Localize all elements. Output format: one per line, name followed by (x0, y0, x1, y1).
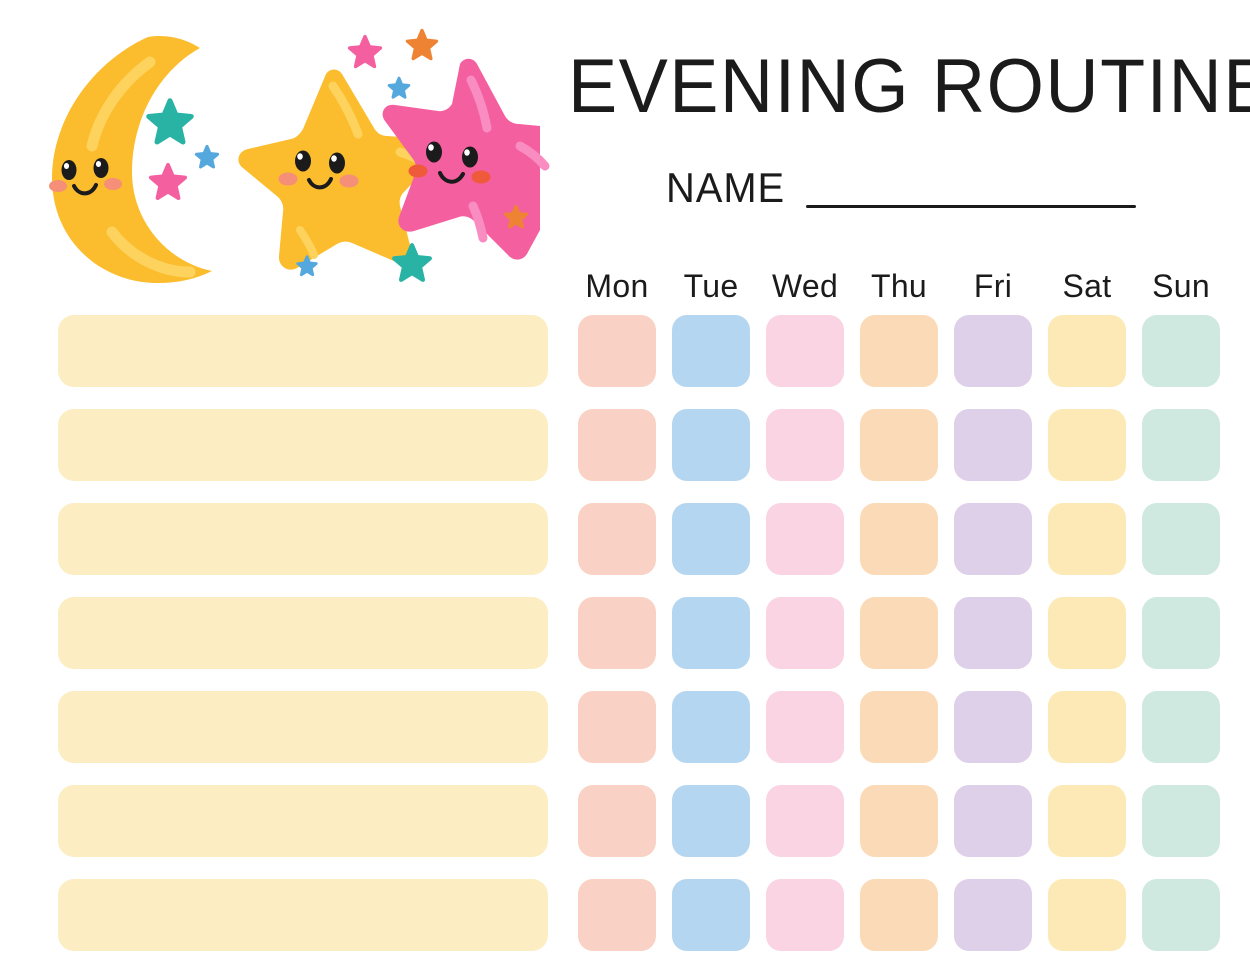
checkbox-cell-tue-row7[interactable] (672, 879, 750, 951)
checkbox-cell-sun-row6[interactable] (1142, 785, 1220, 857)
pink-star-small-icon (149, 163, 187, 200)
checkbox-cell-tue-row2[interactable] (672, 409, 750, 481)
day-header-sat: Sat (1062, 268, 1112, 304)
checkbox-cell-sun-row3[interactable] (1142, 503, 1220, 575)
moon-eye-right (93, 158, 109, 178)
name-field-row: NAME (666, 164, 1136, 214)
checkbox-cell-mon-row2[interactable] (578, 409, 656, 481)
page-title: EVENING ROUTINE (568, 44, 1250, 129)
day-header-mon: Mon (585, 268, 649, 304)
checkbox-cell-thu-row3[interactable] (860, 503, 938, 575)
yellow-star-eye-right (329, 152, 345, 174)
checkbox-cell-wed-row4[interactable] (766, 597, 844, 669)
kawaii-moon-and-stars-illustration (0, 0, 560, 300)
checkbox-cell-tue-row6[interactable] (672, 785, 750, 857)
checkbox-cell-thu-row1[interactable] (860, 315, 938, 387)
day-header-fri: Fri (973, 268, 1013, 304)
yellow-star-eye-left (295, 150, 311, 172)
day-header-thu: Thu (870, 268, 928, 304)
checkbox-cell-mon-row4[interactable] (578, 597, 656, 669)
checkbox-cell-sun-row2[interactable] (1142, 409, 1220, 481)
name-write-in-line[interactable] (806, 205, 1136, 208)
task-row[interactable] (58, 503, 548, 575)
checkbox-cell-sat-row3[interactable] (1048, 503, 1126, 575)
checkbox-cell-wed-row3[interactable] (766, 503, 844, 575)
teal-star-small-icon (146, 98, 194, 145)
checkbox-cell-thu-row2[interactable] (860, 409, 938, 481)
pink-star-top-icon (347, 34, 383, 69)
day-header-sun: Sun (1152, 268, 1210, 304)
checkbox-cell-sun-row5[interactable] (1142, 691, 1220, 763)
yellow-star-blush-right (339, 174, 359, 188)
task-row[interactable] (58, 315, 548, 387)
task-row[interactable] (58, 879, 548, 951)
day-header-tue: Tue (683, 268, 739, 304)
task-row[interactable] (58, 785, 548, 857)
checkbox-cell-wed-row5[interactable] (766, 691, 844, 763)
checkbox-cell-wed-row1[interactable] (766, 315, 844, 387)
blue-star-small-icon (194, 144, 220, 169)
checkbox-cell-fri-row6[interactable] (954, 785, 1032, 857)
pink-star-blush-left (408, 164, 428, 178)
pink-star-blush-right (471, 170, 491, 184)
checkbox-cell-fri-row4[interactable] (954, 597, 1032, 669)
name-label: NAME (666, 164, 786, 211)
checkbox-cell-sat-row2[interactable] (1048, 409, 1126, 481)
checkbox-cell-mon-row3[interactable] (578, 503, 656, 575)
task-row[interactable] (58, 597, 548, 669)
checkbox-cell-mon-row7[interactable] (578, 879, 656, 951)
checkbox-cell-tue-row5[interactable] (672, 691, 750, 763)
checkbox-cell-fri-row5[interactable] (954, 691, 1032, 763)
pink-star-eye-right (462, 146, 478, 168)
checkbox-cell-mon-row6[interactable] (578, 785, 656, 857)
checkbox-cell-sun-row7[interactable] (1142, 879, 1220, 951)
crescent-moon-icon (49, 36, 212, 284)
checkbox-cell-tue-row1[interactable] (672, 315, 750, 387)
blue-star-mid-icon (387, 76, 411, 99)
checkbox-cell-fri-row1[interactable] (954, 315, 1032, 387)
checkbox-cell-thu-row6[interactable] (860, 785, 938, 857)
checkbox-cell-tue-row4[interactable] (672, 597, 750, 669)
orange-star-top-icon (405, 28, 439, 61)
checkbox-cell-wed-row6[interactable] (766, 785, 844, 857)
task-row[interactable] (58, 409, 548, 481)
checkbox-cell-sat-row6[interactable] (1048, 785, 1126, 857)
checkbox-cell-fri-row2[interactable] (954, 409, 1032, 481)
checkbox-cell-sun-row1[interactable] (1142, 315, 1220, 387)
moon-eye-left (61, 160, 77, 180)
checkbox-cell-sat-row7[interactable] (1048, 879, 1126, 951)
checkbox-cell-thu-row4[interactable] (860, 597, 938, 669)
pink-star-eye-left (426, 141, 442, 163)
checkbox-cell-tue-row3[interactable] (672, 503, 750, 575)
checkbox-cell-sat-row4[interactable] (1048, 597, 1126, 669)
moon-blush-right (104, 178, 122, 190)
task-row[interactable] (58, 691, 548, 763)
day-header-row: Mon Tue Wed Thu Fri Sat Sun (578, 268, 1209, 306)
checkbox-cell-thu-row5[interactable] (860, 691, 938, 763)
checkbox-cell-thu-row7[interactable] (860, 879, 938, 951)
checkbox-cell-wed-row2[interactable] (766, 409, 844, 481)
moon-blush-left (49, 180, 67, 192)
yellow-star-blush-left (278, 172, 298, 186)
checkbox-cell-sun-row4[interactable] (1142, 597, 1220, 669)
checkbox-cell-sat-row1[interactable] (1048, 315, 1126, 387)
day-header-wed: Wed (771, 268, 839, 304)
checkbox-cell-mon-row5[interactable] (578, 691, 656, 763)
checkbox-cell-wed-row7[interactable] (766, 879, 844, 951)
checkbox-cell-mon-row1[interactable] (578, 315, 656, 387)
checkbox-cell-sat-row5[interactable] (1048, 691, 1126, 763)
checkbox-cell-fri-row3[interactable] (954, 503, 1032, 575)
evening-routine-planner: EVENING ROUTINE NAME Mon Tue Wed Thu Fri Sat S… (0, 0, 1250, 980)
checkbox-cell-fri-row7[interactable] (954, 879, 1032, 951)
